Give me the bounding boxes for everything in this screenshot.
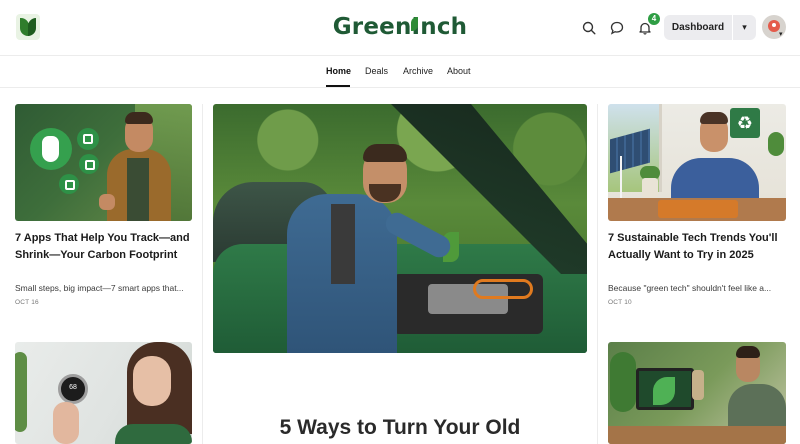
nav-item-about[interactable]: About xyxy=(447,66,471,76)
tech-trends-article-date: OCT 10 xyxy=(608,299,632,306)
hero-article-title[interactable]: 5 Ways to Turn Your Old xyxy=(213,414,587,442)
brand-part-inch-text: Inch xyxy=(411,14,468,40)
brand-part-inch: Inch xyxy=(410,14,468,40)
chat-bubble-icon[interactable] xyxy=(607,18,627,38)
hero-article-image[interactable] xyxy=(213,104,587,353)
chevron-down-icon[interactable]: ▾ xyxy=(779,30,783,38)
home-office-article-image[interactable] xyxy=(608,342,786,444)
column-divider-right xyxy=(597,104,598,444)
site-header: Green Inch 4 Dashboard ▾ ▾ xyxy=(0,0,800,56)
brand-part-green: Green xyxy=(332,14,412,40)
tech-trends-article-image[interactable]: ♻ xyxy=(608,104,786,221)
nav-item-archive[interactable]: Archive xyxy=(403,66,433,76)
dashboard-dropdown-toggle[interactable]: ▾ xyxy=(733,15,756,40)
globe-icon xyxy=(59,174,79,194)
footprint-icon xyxy=(30,128,72,170)
tech-trends-article-excerpt: Because "green tech" shouldn't feel like… xyxy=(608,283,772,293)
dashboard-button[interactable]: Dashboard xyxy=(664,15,732,40)
brand-leaf-icon xyxy=(410,17,418,31)
nav-item-deals[interactable]: Deals xyxy=(365,66,388,76)
avatar-eye xyxy=(772,23,776,27)
gauge-icon xyxy=(79,154,99,174)
recycle-icon: ♻ xyxy=(730,108,760,138)
smart-thermostat-article-image[interactable]: 68 xyxy=(15,342,192,444)
notification-count-badge: 4 xyxy=(648,13,660,25)
thermostat-icon: 68 xyxy=(58,374,88,404)
carbon-apps-article-image[interactable] xyxy=(15,104,192,221)
carbon-apps-article-excerpt: Small steps, big impact—7 smart apps tha… xyxy=(15,283,184,293)
chart-icon xyxy=(77,128,99,150)
nav-item-home[interactable]: Home xyxy=(326,66,351,76)
carbon-apps-article-title[interactable]: 7 Apps That Help You Track—and Shrink—Yo… xyxy=(15,230,192,264)
thermostat-value: 68 xyxy=(69,384,77,391)
tech-trends-article-title[interactable]: 7 Sustainable Tech Trends You'll Actuall… xyxy=(608,230,786,264)
main-nav: Home Deals Archive About xyxy=(0,57,800,88)
carbon-apps-article-date: OCT 16 xyxy=(15,299,39,306)
nav-active-indicator xyxy=(326,85,350,87)
search-icon[interactable] xyxy=(579,18,599,38)
column-divider-left xyxy=(202,104,203,444)
